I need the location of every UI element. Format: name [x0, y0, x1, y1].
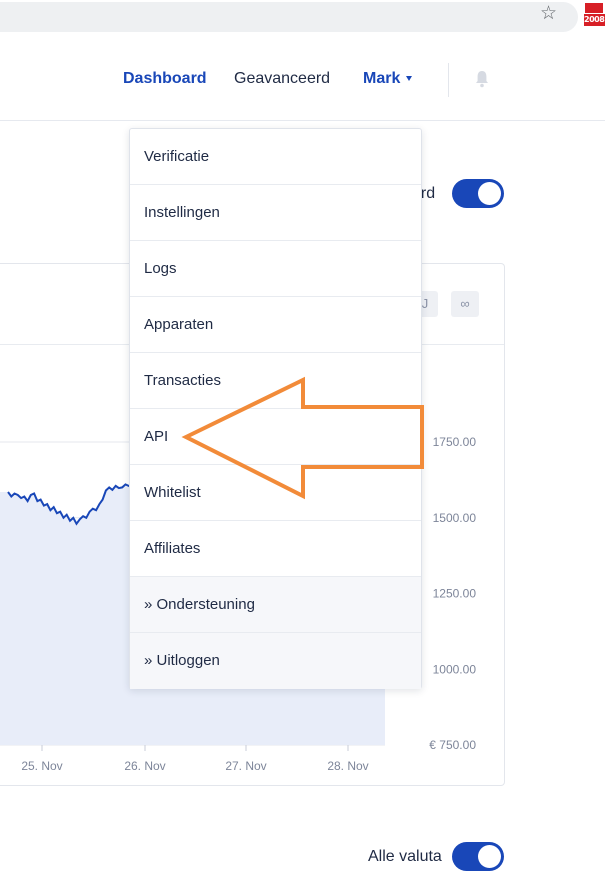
menu-item-whitelist[interactable]: Whitelist — [130, 465, 421, 521]
all-currencies-label: Alle valuta — [368, 848, 442, 865]
all-currencies-toggle[interactable] — [452, 842, 504, 871]
menu-item-apparaten[interactable]: Apparaten — [130, 297, 421, 353]
y-tick-label: 1000.00 — [433, 662, 477, 676]
menu-item-label: » Uitloggen — [144, 652, 220, 669]
menu-item-uitloggen[interactable]: » Uitloggen — [130, 633, 421, 689]
menu-item-label: Transacties — [144, 372, 221, 389]
menu-item-logs[interactable]: Logs — [130, 241, 421, 297]
menu-item-affiliates[interactable]: Affiliates — [130, 521, 421, 577]
menu-item-verificatie[interactable]: Verificatie — [130, 129, 421, 185]
x-tick-label: 26. Nov — [124, 759, 165, 773]
menu-item-label: Affiliates — [144, 540, 201, 557]
menu-item-instellingen[interactable]: Instellingen — [130, 185, 421, 241]
x-tick-label: 27. Nov — [225, 759, 266, 773]
menu-item-label: API — [144, 428, 169, 445]
x-tick-label: 28. Nov — [327, 759, 368, 773]
menu-item-label: Verificatie — [144, 148, 210, 165]
y-tick-label: 1750.00 — [433, 435, 477, 449]
menu-item-ondersteuning[interactable]: » Ondersteuning — [130, 577, 421, 633]
menu-item-label: Logs — [144, 260, 177, 277]
menu-item-label: Whitelist — [144, 484, 201, 501]
menu-item-label: » Ondersteuning — [144, 596, 255, 613]
user-dropdown-menu: Verificatie Instellingen Logs Apparaten … — [129, 128, 422, 689]
x-tick-label: 25. Nov — [21, 759, 62, 773]
menu-item-transacties[interactable]: Transacties — [130, 353, 421, 409]
y-tick-label: 1250.00 — [433, 587, 477, 601]
menu-item-label: Apparaten — [144, 316, 214, 333]
menu-item-api[interactable]: API — [130, 409, 421, 465]
y-tick-label: € 750.00 — [429, 738, 476, 752]
y-tick-label: 1500.00 — [433, 511, 477, 525]
menu-item-label: Instellingen — [144, 204, 220, 221]
